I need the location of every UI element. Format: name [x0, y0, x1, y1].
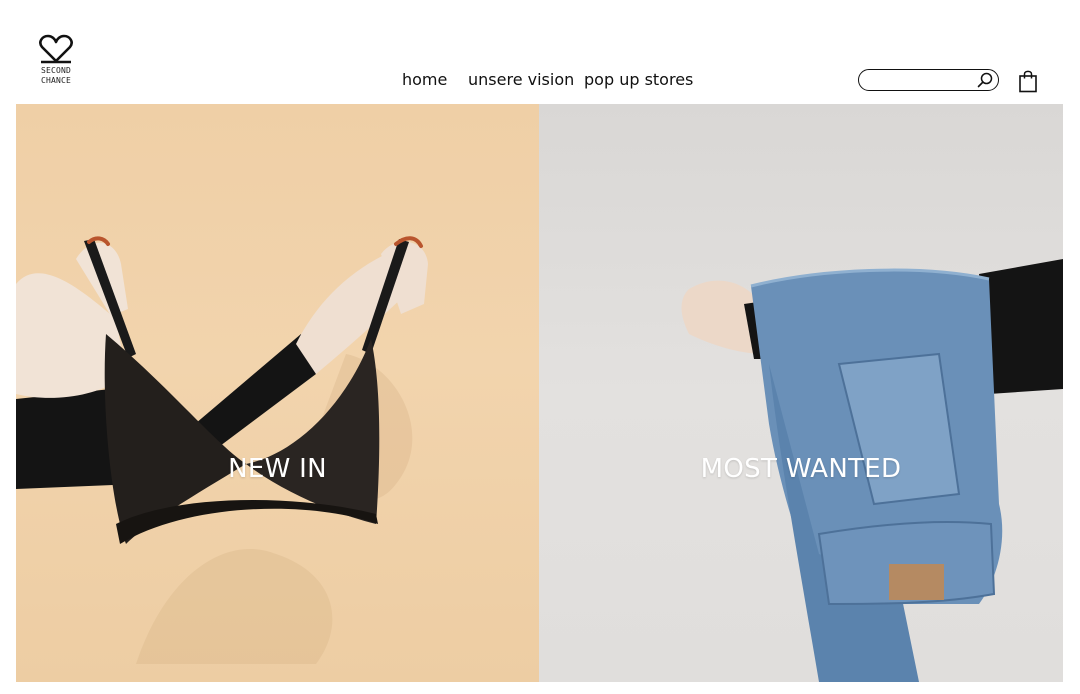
site-header: SECOND CHANCE home unsere vision pop up …	[0, 0, 1080, 104]
most-wanted-product-image	[681, 259, 1063, 682]
tile-most-wanted[interactable]: MOST WANTED	[539, 104, 1063, 682]
category-tiles: NEW IN MOST WANTED	[16, 104, 1063, 682]
nav-item-unsere-vision[interactable]: unsere vision	[468, 70, 574, 89]
search-box	[858, 69, 999, 91]
nav-item-pop-up-stores[interactable]: pop up stores	[584, 70, 693, 89]
tile-label-new-in: NEW IN	[228, 454, 327, 484]
search-icon[interactable]	[977, 72, 993, 88]
heart-icon	[39, 34, 73, 64]
nav-item-home[interactable]: home	[402, 70, 447, 89]
new-in-product-image	[16, 236, 428, 664]
search-input[interactable]	[869, 72, 981, 89]
tile-label-most-wanted: MOST WANTED	[700, 454, 902, 484]
tile-new-in[interactable]: NEW IN	[16, 104, 539, 682]
shopping-bag-icon[interactable]	[1018, 69, 1038, 93]
